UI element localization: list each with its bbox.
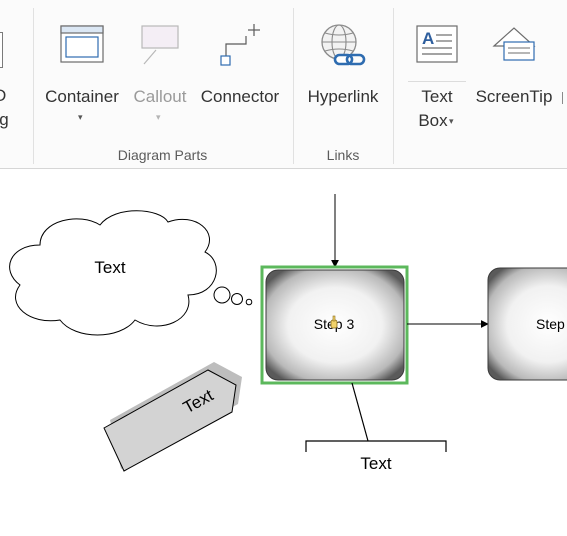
callout-label: Callout bbox=[133, 87, 187, 106]
svg-text:A: A bbox=[422, 29, 434, 48]
ribbon-separator bbox=[293, 8, 294, 164]
screentip-label: ScreenTip bbox=[475, 87, 553, 106]
partial-button-icon bbox=[0, 32, 3, 68]
text-box-label-line2: Box bbox=[418, 111, 448, 130]
cloud-text: Text bbox=[94, 258, 125, 277]
group-label-diagram-parts: Diagram Parts bbox=[117, 147, 208, 163]
group-label-links: Links bbox=[326, 147, 360, 163]
container-label: Container bbox=[45, 87, 119, 106]
process-box-step-next-text: Step bbox=[536, 316, 565, 332]
ribbon-separator bbox=[393, 8, 394, 164]
partial-button-label-line1: D bbox=[0, 86, 7, 105]
annotation-text: Text bbox=[360, 454, 391, 473]
screentip-button[interactable]: ScreenTip bbox=[472, 14, 556, 134]
text-box-icon: A bbox=[416, 25, 458, 63]
text-box-button[interactable]: A Text Box ▾ bbox=[404, 14, 470, 134]
drawing-canvas[interactable]: Text Text Step 3 Step Text bbox=[0, 169, 567, 531]
partial-ribbon-icon-right bbox=[562, 92, 567, 104]
text-box-label-line1: Text bbox=[421, 87, 453, 106]
hyperlink-icon bbox=[321, 24, 366, 66]
diagram-svg: Text Text Step 3 Step Text bbox=[9, 194, 567, 473]
screentip-icon bbox=[492, 27, 536, 61]
callout-icon bbox=[141, 25, 179, 65]
process-box-step-next[interactable]: Step bbox=[487, 267, 567, 381]
container-dropdown-caret[interactable]: ▾ bbox=[78, 112, 83, 123]
annotation-bracket[interactable]: Text bbox=[305, 382, 447, 473]
thought-bubble-small bbox=[245, 298, 253, 306]
container-icon bbox=[60, 25, 104, 63]
arrow-tag-shape[interactable]: Text bbox=[103, 362, 242, 472]
thought-cloud-shape[interactable]: Text bbox=[9, 210, 253, 336]
thought-bubble-medium bbox=[231, 293, 243, 305]
thought-bubble-large bbox=[213, 286, 231, 304]
connector-icon bbox=[220, 24, 260, 66]
container-button[interactable]: Container ▾ bbox=[40, 14, 124, 134]
ribbon-separator bbox=[33, 8, 34, 164]
hyperlink-label: Hyperlink bbox=[307, 87, 379, 106]
ribbon: D ing Container ▾ Callout ▾ Connector Di… bbox=[0, 0, 567, 169]
hyperlink-button[interactable]: Hyperlink bbox=[298, 14, 388, 134]
callout-dropdown-caret[interactable]: ▾ bbox=[156, 112, 161, 123]
text-box-dropdown-caret[interactable]: ▾ bbox=[449, 116, 454, 127]
partial-ribbon-button[interactable]: D ing bbox=[0, 20, 22, 140]
connector-button[interactable]: Connector bbox=[196, 14, 284, 134]
partial-button-label-line2: ing bbox=[0, 110, 9, 129]
connector-label: Connector bbox=[200, 87, 280, 106]
text-box-split-line bbox=[408, 81, 466, 82]
callout-button[interactable]: Callout ▾ bbox=[128, 14, 192, 134]
